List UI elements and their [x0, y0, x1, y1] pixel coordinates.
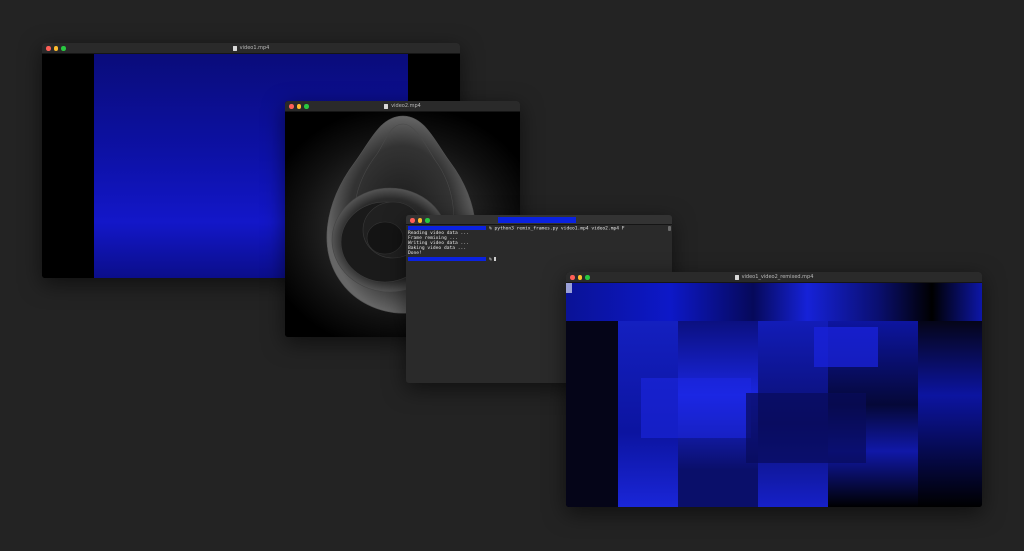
glitch-overlay-3 [814, 327, 878, 367]
result-titlebar[interactable]: video1_video2_remixed.mp4 [566, 272, 982, 283]
terminal-title-redacted [498, 217, 576, 223]
glitch-overlay-2 [746, 393, 866, 463]
zoom-icon[interactable] [425, 218, 430, 223]
result-player[interactable] [566, 283, 982, 507]
minimize-icon[interactable] [417, 218, 422, 223]
glitch-overlay-1 [641, 378, 751, 438]
glitch-block-left [566, 321, 618, 507]
file-icon [232, 45, 237, 51]
glitch-block-right [918, 321, 982, 507]
video1-titlebar[interactable]: video1.mp4 [42, 43, 460, 54]
result-window[interactable]: video1_video2_remixed.mp4 [566, 272, 982, 507]
prompt-redacted [408, 256, 486, 261]
file-icon [384, 103, 389, 109]
file-icon [734, 274, 739, 280]
terminal-titlebar[interactable] [406, 215, 672, 225]
prompt-redacted [408, 226, 486, 231]
glitch-pixel [566, 283, 572, 293]
video2-titlebar[interactable]: video2.mp4 [285, 101, 520, 112]
text-cursor [493, 256, 497, 261]
video1-title: video1.mp4 [239, 45, 270, 51]
prompt-line: % [408, 256, 670, 263]
video2-title: video2.mp4 [391, 103, 421, 109]
result-title: video1_video2_remixed.mp4 [741, 274, 814, 280]
close-icon[interactable] [410, 218, 415, 223]
glitch-band-top [566, 283, 982, 321]
prompt-symbol: % [489, 257, 492, 263]
